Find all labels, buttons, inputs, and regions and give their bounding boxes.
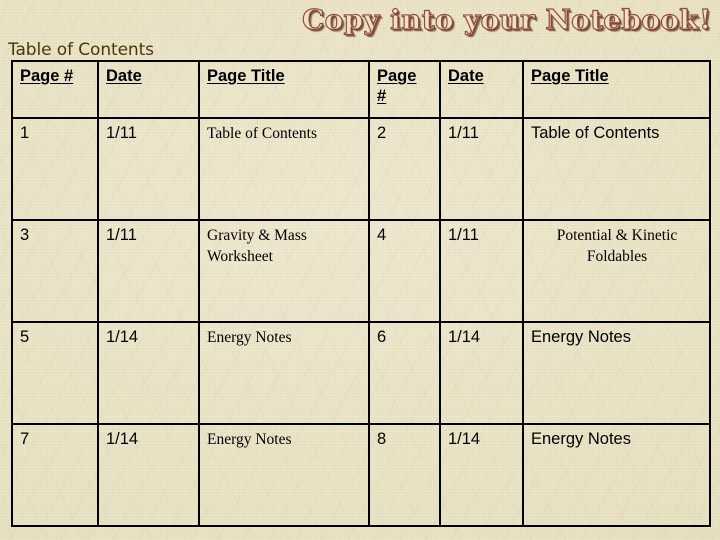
column-header-page-title-left: Page Title xyxy=(198,60,370,119)
cell-date-right: 1/14 xyxy=(439,423,524,527)
table-of-contents-container: Page # Date Page Title Page # Date Page … xyxy=(11,60,711,527)
cell-page-title-right: Energy Notes xyxy=(522,423,711,527)
column-header-page-number-right: Page # xyxy=(368,60,441,119)
column-header-date-right: Date xyxy=(439,60,524,119)
slide-headline: Copy into your Notebook! xyxy=(302,4,712,36)
column-header-label: Page Title xyxy=(207,67,285,85)
cell-page-title-left: Table of Contents xyxy=(198,117,370,221)
cell-page-number-right: 4 xyxy=(368,219,441,323)
column-header-label: Date xyxy=(106,67,142,85)
cell-page-title-right: Potential & Kinetic Foldables xyxy=(522,219,711,323)
date-value: 1/11 xyxy=(106,124,137,142)
cell-date-left: 1/11 xyxy=(97,117,200,221)
cell-date-left: 1/14 xyxy=(97,423,200,527)
page-number-value: 6 xyxy=(377,328,387,346)
table-caption: Table of Contents xyxy=(8,40,154,60)
column-header-label: Page # xyxy=(20,67,74,85)
page-title-value: Energy Notes xyxy=(531,430,631,448)
cell-page-number-left: 1 xyxy=(11,117,99,221)
date-value: 1/11 xyxy=(106,226,137,244)
cell-page-title-right: Table of Contents xyxy=(522,117,711,221)
column-header-label-line2: # xyxy=(377,87,387,105)
page-number-value: 1 xyxy=(20,124,30,142)
page-title-value: Table of Contents xyxy=(207,125,317,142)
cell-page-title-right: Energy Notes xyxy=(522,321,711,425)
page-number-value: 2 xyxy=(377,124,387,142)
cell-date-left: 1/11 xyxy=(97,219,200,323)
date-value: 1/14 xyxy=(106,328,139,346)
date-value: 1/14 xyxy=(448,430,481,448)
table-row: 5 1/14 Energy Notes 6 1/14 Energy Notes xyxy=(11,321,711,425)
cell-date-right: 1/14 xyxy=(439,321,524,425)
table-row: 7 1/14 Energy Notes 8 1/14 Energy Notes xyxy=(11,423,711,527)
page-title-value: Table of Contents xyxy=(531,124,660,142)
cell-date-right: 1/11 xyxy=(439,219,524,323)
cell-page-number-left: 3 xyxy=(11,219,99,323)
date-value: 1/11 xyxy=(448,124,479,142)
cell-page-title-left: Energy Notes xyxy=(198,423,370,527)
column-header-label-line1: Page xyxy=(377,67,417,85)
cell-page-title-left: Energy Notes xyxy=(198,321,370,425)
table-row: 1 1/11 Table of Contents 2 1/11 Table of… xyxy=(11,117,711,221)
page-title-value: Energy Notes xyxy=(207,329,292,346)
column-header-label: Page Title xyxy=(531,67,609,85)
cell-date-right: 1/11 xyxy=(439,117,524,221)
table-header-row: Page # Date Page Title Page # Date Page … xyxy=(11,60,711,119)
page-number-value: 3 xyxy=(20,226,30,244)
cell-page-number-right: 6 xyxy=(368,321,441,425)
column-header-page-title-right: Page Title xyxy=(522,60,711,119)
page-number-value: 5 xyxy=(20,328,30,346)
slide-canvas: Copy into your Notebook! Table of Conten… xyxy=(0,0,720,540)
cell-date-left: 1/14 xyxy=(97,321,200,425)
column-header-label: Date xyxy=(448,67,484,85)
table-of-contents: Page # Date Page Title Page # Date Page … xyxy=(11,60,711,527)
date-value: 1/14 xyxy=(448,328,481,346)
cell-page-title-left: Gravity & Mass Worksheet xyxy=(198,219,370,323)
cell-page-number-right: 8 xyxy=(368,423,441,527)
cell-page-number-right: 2 xyxy=(368,117,441,221)
cell-page-number-left: 5 xyxy=(11,321,99,425)
cell-page-number-left: 7 xyxy=(11,423,99,527)
page-title-value: Energy Notes xyxy=(531,328,631,346)
page-title-value: Potential & Kinetic Foldables xyxy=(556,227,678,265)
column-header-date-left: Date xyxy=(97,60,200,119)
page-title-value: Energy Notes xyxy=(207,431,292,448)
date-value: 1/11 xyxy=(448,226,479,244)
page-number-value: 7 xyxy=(20,430,30,448)
table-row: 3 1/11 Gravity & Mass Worksheet 4 1/11 P… xyxy=(11,219,711,323)
page-number-value: 8 xyxy=(377,430,387,448)
date-value: 1/14 xyxy=(106,430,139,448)
page-title-value: Gravity & Mass Worksheet xyxy=(207,227,307,265)
page-number-value: 4 xyxy=(377,226,387,244)
column-header-page-number-left: Page # xyxy=(11,60,99,119)
